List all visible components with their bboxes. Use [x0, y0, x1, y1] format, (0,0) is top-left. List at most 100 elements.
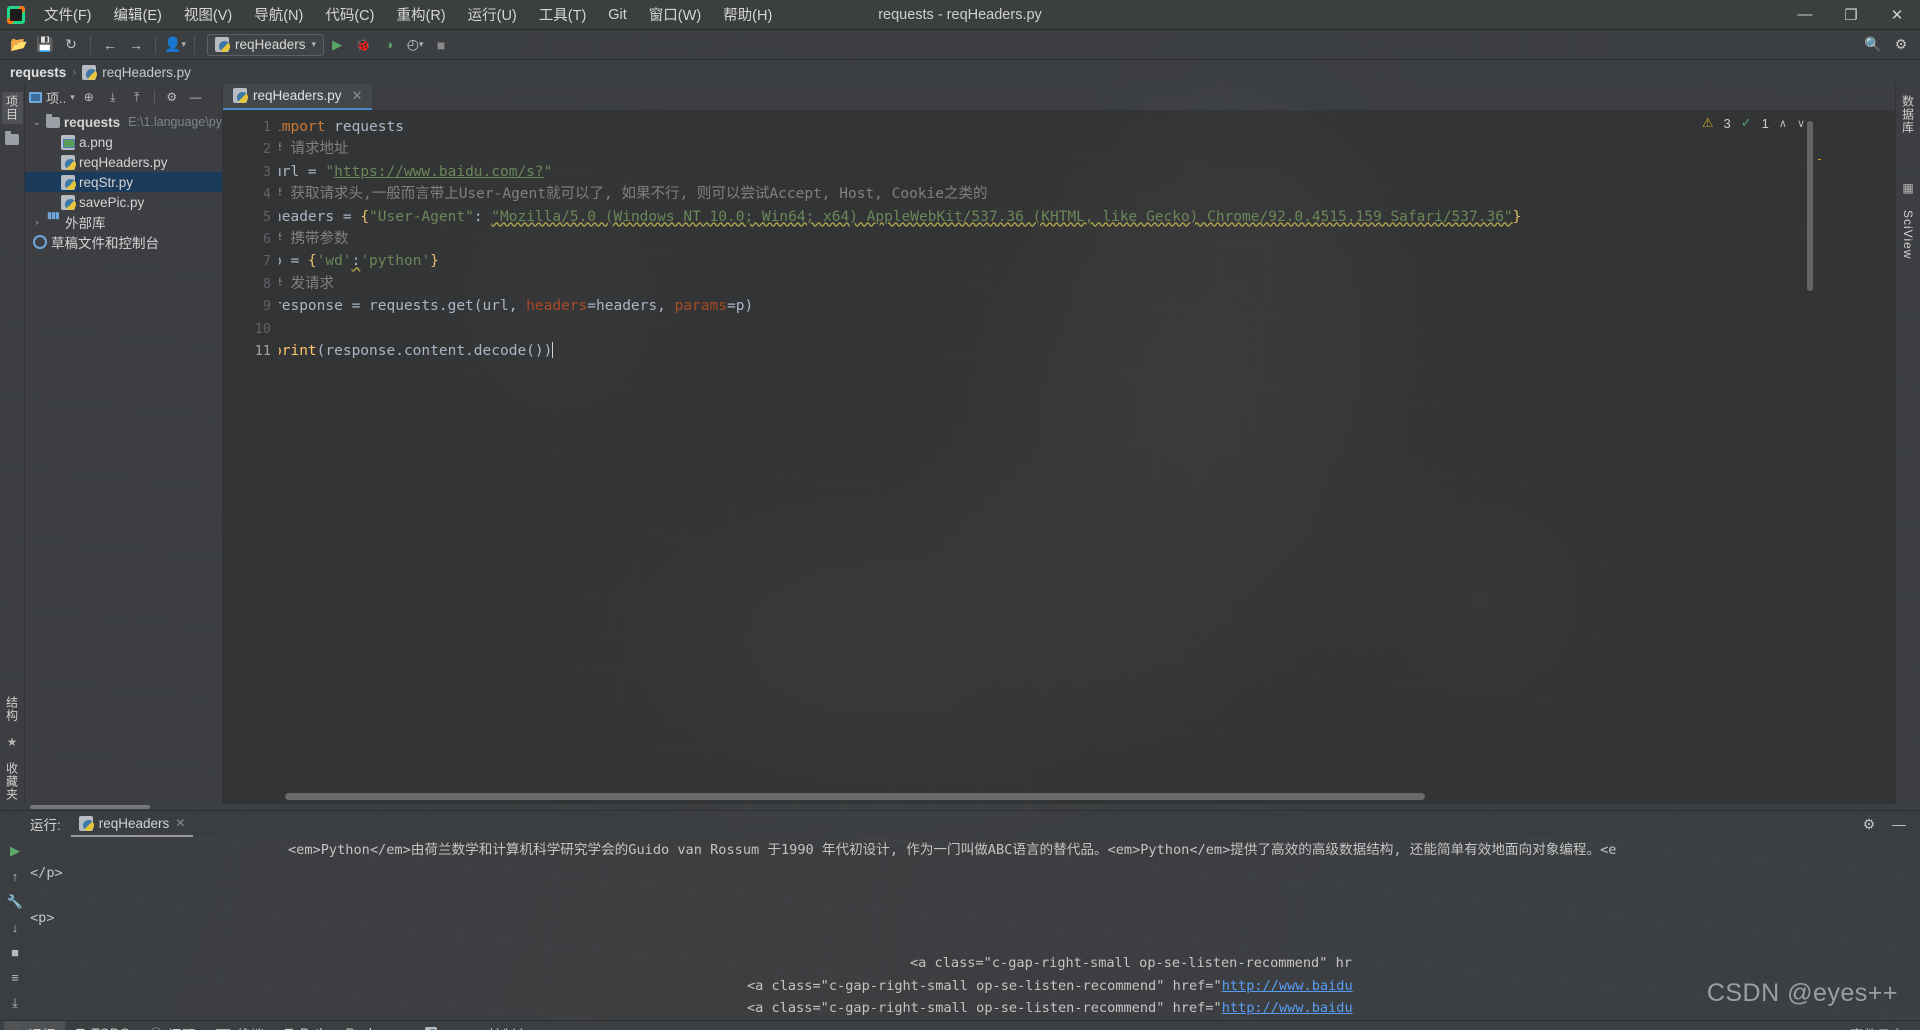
chevron-down-icon[interactable]: ▾ [70, 92, 75, 103]
editor-horizontal-scrollbar[interactable] [285, 793, 1425, 800]
coverage-button[interactable]: ◑ [376, 33, 402, 57]
locate-file-icon[interactable]: ⊕ [79, 87, 99, 107]
rerun-icon[interactable]: ▶ [10, 843, 20, 859]
tool-tab-project[interactable]: 项目 [1, 92, 23, 124]
chevron-right-icon[interactable]: › [31, 217, 43, 227]
menu-run[interactable]: 运行(U) [457, 0, 528, 29]
run-settings-gear-icon[interactable]: ⚙ [1856, 812, 1882, 836]
console-link[interactable]: http://www.baidu [1222, 978, 1353, 994]
project-panel: 项.. ▾ ⊕ ⤓ ⤒ ⚙ — ⌄ requests E:\1.language… [25, 84, 223, 804]
menu-code[interactable]: 代码(C) [314, 0, 385, 29]
inspection-widget[interactable]: ⚠ 3 ✓ 1 ∧ ∨ [1702, 115, 1805, 131]
open-folder-icon[interactable]: 📂 [6, 33, 32, 57]
tree-node-scratches[interactable]: 草稿文件和控制台 [25, 232, 222, 252]
folder-icon[interactable] [5, 131, 19, 145]
project-panel-title[interactable]: 项.. [46, 88, 66, 107]
menu-help[interactable]: 帮助(H) [712, 0, 783, 29]
menu-file[interactable]: 文件(F) [33, 0, 103, 29]
maximize-button[interactable]: ❐ [1828, 0, 1874, 30]
back-icon[interactable]: ← [97, 33, 123, 57]
code-content[interactable]: import requests # 请求地址 url = "https://ww… [279, 111, 1895, 804]
soft-wrap-icon[interactable]: ≡ [11, 970, 19, 985]
breadcrumb-file[interactable]: reqHeaders.py [102, 65, 191, 80]
close-icon[interactable]: ✕ [352, 88, 363, 104]
bottom-tab-python-console[interactable]: Python 控制台 [415, 1021, 539, 1030]
tree-node-a-png[interactable]: a.png [25, 132, 222, 152]
close-button[interactable]: ✕ [1874, 0, 1920, 30]
menu-refactor[interactable]: 重构(R) [385, 0, 456, 29]
vcs-icon[interactable]: 👤 ▾ [162, 33, 188, 57]
forward-icon[interactable]: → [123, 33, 149, 57]
stop-button[interactable]: ■ [428, 33, 454, 57]
run-configuration-selector[interactable]: reqHeaders ▾ [207, 33, 325, 56]
chevron-down-icon[interactable]: ⌄ [31, 117, 42, 128]
tree-node-savepic-py[interactable]: savePic.py [25, 192, 222, 212]
wrench-icon[interactable]: 🔧 [7, 894, 23, 910]
tree-node-reqstr-py[interactable]: reqStr.py [25, 172, 222, 192]
run-button[interactable]: ▶ [324, 33, 350, 57]
tool-tab-favorites[interactable]: 收藏夹 [2, 759, 23, 804]
line-number: 8 [262, 275, 271, 292]
error-stripe-marker[interactable] [1818, 159, 1821, 160]
title-bar: 文件(F) 编辑(E) 视图(V) 导航(N) 代码(C) 重构(R) 运行(U… [0, 0, 1920, 30]
code-line-3: url = "https://www.baidu.com/s?" [279, 163, 553, 180]
debug-button[interactable]: 🐞 [350, 33, 376, 57]
breadcrumb-root[interactable]: requests [10, 65, 66, 80]
bottom-tab-python-packages[interactable]: ☰ Python Packages [274, 1021, 415, 1030]
menu-view[interactable]: 视图(V) [173, 0, 243, 29]
chevron-up-icon[interactable]: ∧ [1779, 117, 1787, 130]
menu-git[interactable]: Git [597, 3, 638, 27]
project-view-icon [29, 91, 42, 103]
profile-button[interactable]: ◴ ▾ [402, 33, 428, 57]
search-everywhere-button[interactable]: 🔍 [1860, 33, 1886, 57]
minimize-button[interactable]: — [1782, 0, 1828, 30]
bottom-tab-run[interactable]: ▶ 运行 [4, 1020, 66, 1030]
menu-window[interactable]: 窗口(W) [638, 0, 712, 29]
sync-icon[interactable]: ↻ [58, 33, 84, 57]
console-output[interactable]: <em>Python</em>由荷兰数学和计算机科学研究学会的Guido van… [30, 837, 1920, 1020]
run-window-tab[interactable]: reqHeaders ✕ [70, 811, 194, 837]
scroll-down-icon[interactable]: ↓ [12, 920, 19, 935]
tree-node-requests[interactable]: ⌄ requests E:\1.language\py [25, 112, 222, 132]
chevron-down-icon[interactable]: ∨ [1797, 117, 1805, 130]
tool-tab-database[interactable]: 数据库 [1898, 92, 1919, 137]
expand-all-icon[interactable]: ⤓ [103, 87, 123, 107]
stop-icon[interactable]: ■ [11, 945, 19, 960]
line-number: 5 [262, 208, 271, 225]
event-log-button[interactable]: ○ 事件日志 [1827, 1021, 1914, 1030]
scroll-up-icon[interactable]: ↑ [12, 869, 19, 884]
search-icon: 🔍 [1864, 36, 1882, 52]
scroll-to-end-icon[interactable]: ⤓ [12, 995, 18, 1011]
close-icon[interactable]: ✕ [175, 816, 185, 830]
python-file-icon [78, 815, 94, 831]
editor-vertical-scrollbar[interactable] [1807, 121, 1813, 291]
warning-icon: ⚠ [1701, 115, 1714, 130]
editor-area[interactable]: 1 2 3 4 5 6 7 8 9 10 11 import requests … [223, 111, 1895, 804]
menu-navigate[interactable]: 导航(N) [243, 0, 314, 29]
hide-panel-icon[interactable]: — [186, 87, 206, 107]
hide-panel-icon[interactable]: — [1886, 812, 1912, 836]
toolbar-divider [90, 35, 91, 54]
tree-node-label: reqHeaders.py [79, 154, 168, 170]
favorites-star-icon[interactable]: ★ [7, 735, 18, 749]
tree-node-label: requests [63, 114, 121, 130]
line-number: 7 [262, 253, 271, 270]
console-link[interactable]: http://www.baidu [1222, 1000, 1353, 1016]
tool-tab-sciview[interactable]: SciView [1899, 207, 1917, 262]
bottom-tab-terminal[interactable]: ⌨ 终端 [205, 1021, 274, 1030]
settings-button[interactable]: ⚙ [1888, 33, 1914, 57]
menu-tools[interactable]: 工具(T) [528, 0, 598, 29]
project-settings-gear-icon[interactable]: ⚙ [162, 87, 182, 107]
editor-tab-reqheaders[interactable]: reqHeaders.py ✕ [223, 83, 373, 110]
tool-tab-structure[interactable]: 结构 [2, 693, 23, 725]
bottom-tab-problems[interactable]: ⓘ 问题 [140, 1021, 205, 1030]
menu-edit[interactable]: 编辑(E) [103, 0, 173, 29]
tree-node-reqheaders-py[interactable]: reqHeaders.py [25, 152, 222, 172]
tree-node-external-libraries[interactable]: › 外部库 [25, 210, 222, 232]
splitter-thumb[interactable] [30, 805, 150, 809]
bottom-tab-todo[interactable]: ☰ TODO [65, 1021, 140, 1030]
save-all-icon[interactable]: 💾 [32, 33, 58, 57]
collapse-all-icon[interactable]: ⤒ [127, 87, 147, 107]
